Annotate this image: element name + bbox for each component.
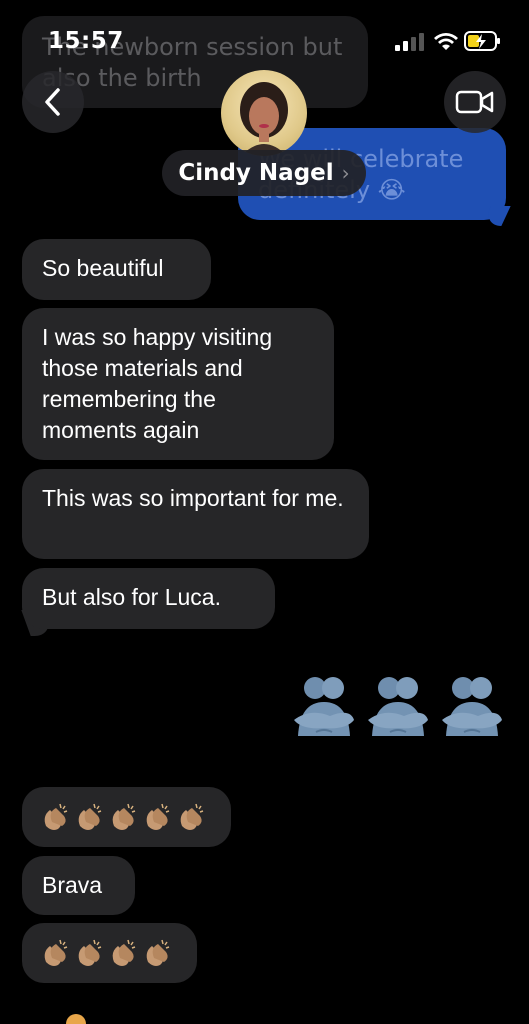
partially-visible-emoji xyxy=(66,1014,86,1024)
contact-name: Cindy Nagel xyxy=(178,160,334,186)
facetime-video-button[interactable] xyxy=(444,71,506,133)
avatar-photo xyxy=(240,82,288,156)
people-hugging-icon xyxy=(294,677,354,736)
wifi-icon xyxy=(434,33,458,50)
incoming-message[interactable]: So beautiful xyxy=(22,239,211,300)
clapping-hands-icon xyxy=(78,803,102,830)
clapping-hands-icon xyxy=(44,803,68,830)
incoming-message[interactable]: Brava xyxy=(22,856,135,915)
battery-charging-icon xyxy=(464,31,500,51)
incoming-emoji-message[interactable] xyxy=(22,923,197,983)
clapping-hands-icon xyxy=(112,939,136,966)
contact-avatar[interactable] xyxy=(221,70,307,156)
outgoing-emoji-message[interactable] xyxy=(286,672,506,744)
clapping-hands-icon xyxy=(112,803,136,830)
clapping-hands-icon xyxy=(78,939,102,966)
chevron-left-icon xyxy=(45,88,60,116)
contact-name-button[interactable]: Cindy Nagel › xyxy=(162,150,366,196)
video-camera-icon xyxy=(455,90,494,114)
people-hugging-icon xyxy=(368,677,428,736)
clapping-hands-icon xyxy=(146,939,170,966)
chevron-right-icon: › xyxy=(341,161,350,185)
incoming-message[interactable]: But also for Luca. xyxy=(22,568,275,629)
incoming-emoji-message[interactable] xyxy=(22,787,231,847)
cellular-signal-icon xyxy=(395,33,424,51)
incoming-message[interactable]: I was so happy visiting those materials … xyxy=(22,308,334,460)
clapping-hands-icon xyxy=(180,803,204,830)
status-time: 15:57 xyxy=(48,28,124,54)
clapping-hands-icon xyxy=(146,803,170,830)
people-hugging-icon xyxy=(442,677,502,736)
back-button[interactable] xyxy=(22,71,84,133)
clapping-hands-icon xyxy=(44,939,68,966)
incoming-message[interactable]: This was so important for me. xyxy=(22,469,369,559)
